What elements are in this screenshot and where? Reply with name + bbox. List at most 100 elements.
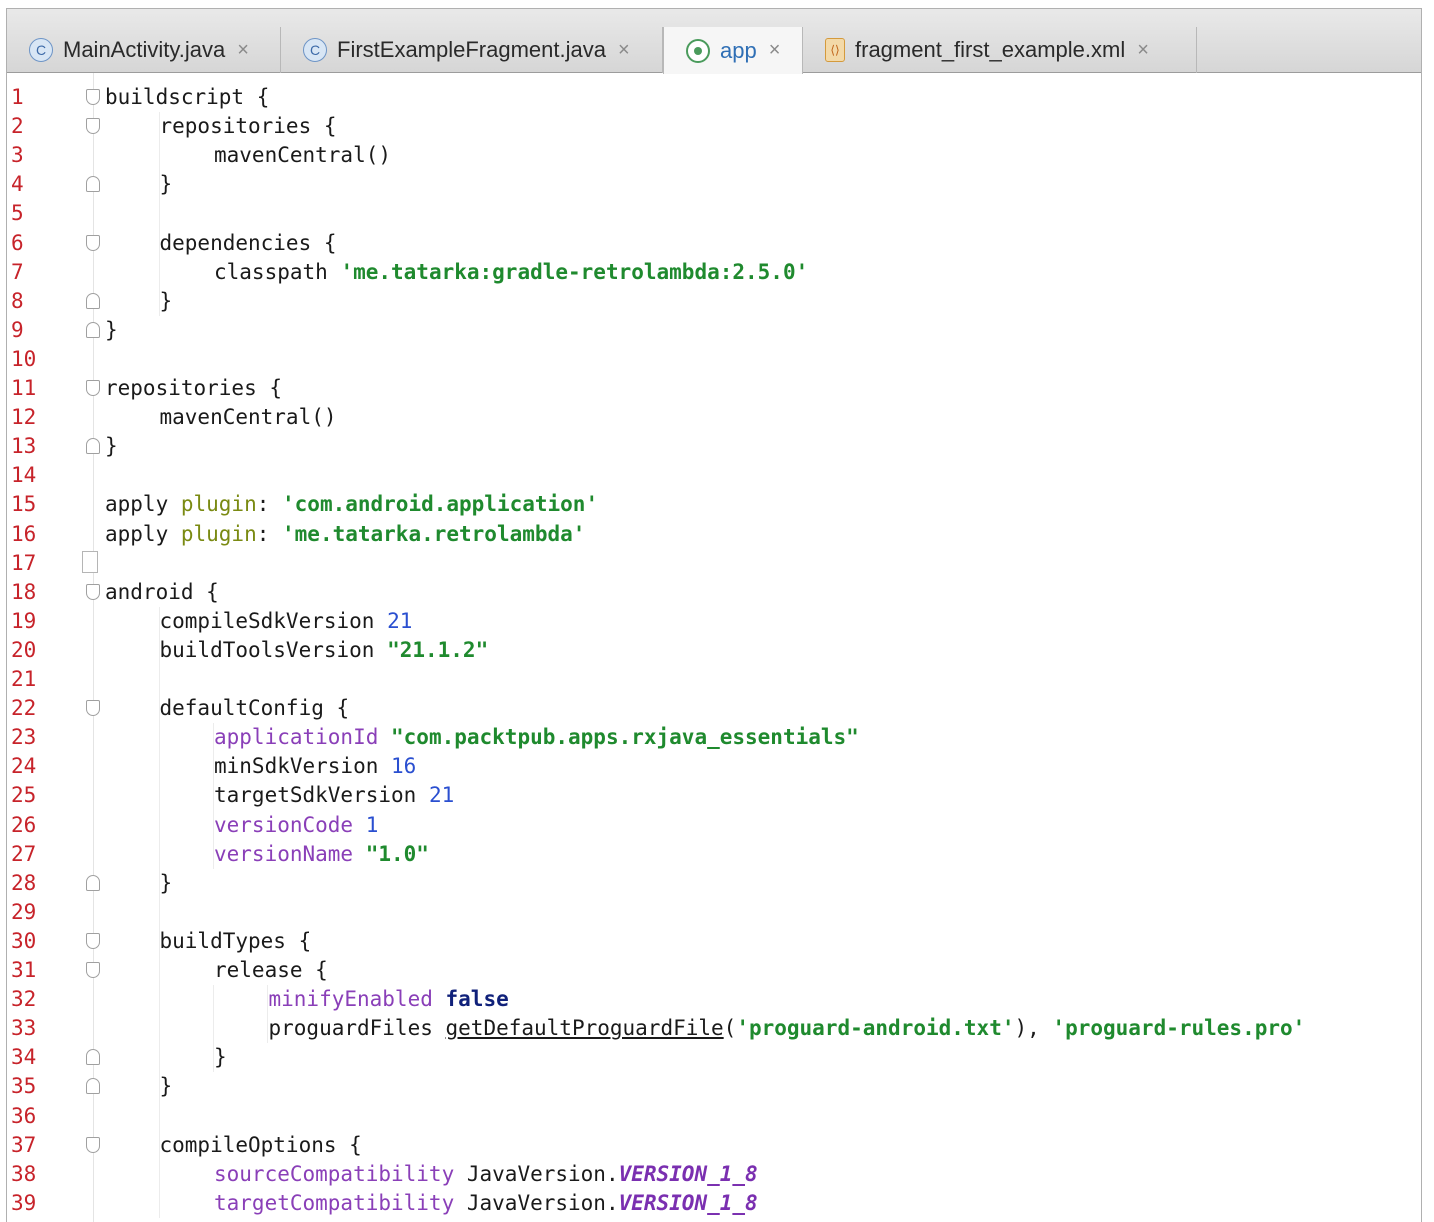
code-line[interactable]: minSdkVersion 16 <box>214 752 416 781</box>
code-line[interactable]: } <box>160 287 173 316</box>
code-token: "com.packtpub.apps.rxjava_essentials" <box>391 725 859 750</box>
code-token: } <box>105 434 118 459</box>
code-line[interactable]: } <box>105 316 118 345</box>
code-line[interactable]: repositories { <box>105 374 282 403</box>
code-token: VERSION_1_8 <box>618 1161 758 1186</box>
close-icon[interactable]: × <box>769 39 781 62</box>
code-token: 21 <box>387 608 413 633</box>
code-line[interactable]: buildscript { <box>105 83 269 112</box>
code-line[interactable]: compileOptions { <box>160 1131 362 1160</box>
code-line[interactable]: buildTypes { <box>160 927 312 956</box>
line-number: 27 <box>11 841 37 866</box>
code-token: ( <box>723 1016 737 1041</box>
fold-expand-icon[interactable] <box>86 962 100 978</box>
code-line[interactable]: mavenCentral() <box>214 141 391 170</box>
fold-expand-icon[interactable] <box>86 234 100 251</box>
code-editor[interactable]: 1 2 3 4 5 6 7 8 9 10 11 12 13 14 15 16 17 18 19 20 21 22 23 24 2… <box>7 73 1421 1222</box>
code-line[interactable]: classpath 'me.tatarka:gradle-retrolambda… <box>214 258 808 287</box>
indent-guide <box>213 723 214 869</box>
line-number: 14 <box>11 463 37 488</box>
code-line[interactable]: mavenCentral() <box>160 403 337 432</box>
code-line[interactable]: buildToolsVersion "21.1.2" <box>160 636 489 665</box>
line-number: 34 <box>11 1045 37 1070</box>
code-line[interactable]: targetSdkVersion 21 <box>214 781 454 810</box>
code-token: 'me.tatarka:gradle-retrolambda:2.5.0' <box>340 259 809 284</box>
code-token: versionName <box>214 841 366 866</box>
line-number: 28 <box>11 870 37 895</box>
line-number: 23 <box>11 725 37 750</box>
fold-end-icon[interactable] <box>86 176 100 193</box>
tab-4[interactable]: ⟨⟩ fragment_first_example.xml × <box>803 27 1197 73</box>
line-number: 10 <box>11 346 37 371</box>
tab-1[interactable]: C MainActivity.java × <box>7 27 281 73</box>
line-number: 4 <box>11 172 24 197</box>
code-token: defaultConfig { <box>159 696 350 721</box>
code-line[interactable]: versionCode 1 <box>214 811 378 840</box>
ide-window: C MainActivity.java × C FirstExampleFragment… <box>6 8 1422 1222</box>
line-number: 15 <box>11 492 37 517</box>
fold-end-icon[interactable] <box>86 292 100 309</box>
code-line[interactable]: applicationId "com.packtpub.apps.rxjava_… <box>214 723 859 752</box>
close-icon[interactable]: × <box>237 39 249 62</box>
code-line[interactable]: versionName "1.0" <box>214 840 429 869</box>
code-line[interactable]: proguardFiles getDefaultProguardFile('pr… <box>269 1014 1306 1043</box>
fold-end-icon[interactable] <box>86 438 100 455</box>
line-number: 33 <box>11 1016 37 1041</box>
code-line[interactable]: repositories { <box>160 112 337 141</box>
code-token: : <box>256 521 283 546</box>
code-token: 'proguard-android.txt' <box>736 1016 1015 1041</box>
fold-expand-icon[interactable] <box>86 89 100 105</box>
java-class-icon: C <box>303 38 327 62</box>
fold-end-icon[interactable] <box>86 874 100 891</box>
close-icon[interactable]: × <box>618 39 630 62</box>
tab-2[interactable]: C FirstExampleFragment.java × <box>281 27 663 73</box>
fold-end-icon[interactable] <box>86 321 100 338</box>
fold-expand-icon[interactable] <box>86 932 100 949</box>
code-line[interactable]: } <box>214 1043 227 1072</box>
code-token: buildToolsVersion <box>159 637 388 662</box>
code-token: buildTypes { <box>159 928 312 953</box>
code-line[interactable]: } <box>160 869 173 898</box>
code-line[interactable]: } <box>160 1218 173 1222</box>
code-token: proguardFiles <box>268 1016 446 1041</box>
fold-expand-icon[interactable] <box>86 118 100 135</box>
code-line[interactable]: dependencies { <box>160 229 337 258</box>
code-line[interactable]: release { <box>214 956 328 985</box>
code-line[interactable]: defaultConfig { <box>160 694 350 723</box>
fold-expand-icon[interactable] <box>86 1136 100 1153</box>
code-token: repositories { <box>159 114 337 139</box>
close-icon[interactable]: × <box>1137 39 1149 62</box>
line-number: 38 <box>11 1161 37 1186</box>
code-line[interactable]: minifyEnabled false <box>269 985 509 1014</box>
code-line[interactable]: apply plugin: 'com.android.application' <box>105 490 598 519</box>
code-line[interactable]: apply plugin: 'me.tatarka.retrolambda' <box>105 520 585 549</box>
code-token: JavaVersion. <box>466 1190 619 1215</box>
fold-expand-icon[interactable] <box>86 700 100 717</box>
code-token: 21 <box>428 783 455 808</box>
code-line[interactable]: } <box>160 1072 173 1101</box>
indent-guide <box>159 606 160 1218</box>
tab-3[interactable]: app × <box>663 27 803 74</box>
code-line[interactable]: } <box>160 170 173 199</box>
fold-end-icon[interactable] <box>86 1049 100 1066</box>
code-line[interactable]: android { <box>105 578 219 607</box>
code-line[interactable]: sourceCompatibility JavaVersion.VERSION_… <box>214 1160 758 1189</box>
fold-expand-icon[interactable] <box>86 380 100 396</box>
editor-tab-bar: C MainActivity.java × C FirstExampleFragment… <box>7 9 1421 74</box>
fold-expand-icon[interactable] <box>86 583 100 600</box>
code-line[interactable]: compileSdkVersion 21 <box>160 607 413 636</box>
code-token: mavenCentral() <box>159 405 337 430</box>
indent-guide <box>213 985 214 1073</box>
indent-guide <box>267 985 268 1044</box>
code-line[interactable]: } <box>105 432 118 461</box>
code-token: } <box>159 288 173 313</box>
code-token: } <box>159 1074 173 1099</box>
code-token: targetCompatibility <box>214 1190 467 1215</box>
code-token: : <box>256 492 283 517</box>
tab-label: fragment_first_example.xml <box>855 37 1126 62</box>
code-token: applicationId <box>214 725 392 750</box>
tab-label: app <box>720 37 757 63</box>
code-token: plugin <box>180 492 257 517</box>
fold-end-icon[interactable] <box>86 1078 100 1095</box>
code-line[interactable]: targetCompatibility JavaVersion.VERSION_… <box>214 1189 758 1218</box>
